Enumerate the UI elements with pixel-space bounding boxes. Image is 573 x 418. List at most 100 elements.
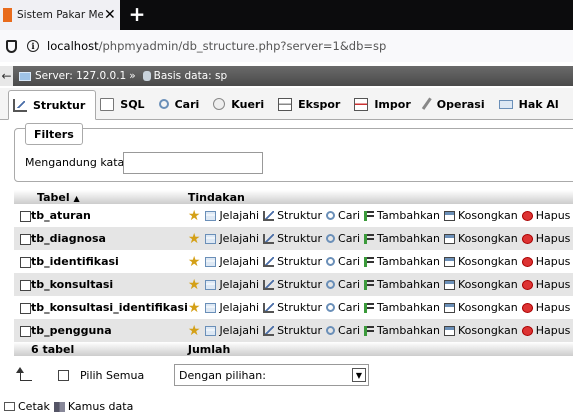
empty-action[interactable]: Kosongkan xyxy=(444,278,518,291)
row-checkbox[interactable] xyxy=(20,233,31,245)
table-name[interactable]: tb_identifikasi xyxy=(31,250,188,273)
breadcrumb-separator: » xyxy=(129,70,136,82)
query-icon xyxy=(213,98,226,110)
header-tabel[interactable]: Tabel ▲ xyxy=(31,190,188,204)
search-action[interactable]: Cari xyxy=(326,301,360,314)
insert-action[interactable]: Tambahkan xyxy=(364,301,440,314)
collapse-arrow-icon[interactable]: ← xyxy=(0,66,13,86)
search-icon xyxy=(326,234,336,243)
tab-cari[interactable]: Cari xyxy=(155,89,210,119)
url-text[interactable]: localhost/phpmyadmin/db_structure.php?se… xyxy=(47,39,386,53)
table-name[interactable]: tb_konsultasi xyxy=(31,273,188,296)
favorite-star-icon[interactable]: ★ xyxy=(188,232,201,246)
table-name[interactable]: tb_konsultasi_identifikasi xyxy=(31,296,188,319)
breadcrumb-server[interactable]: Server: 127.0.0.1 xyxy=(35,70,126,82)
browse-action[interactable]: Jelajahi xyxy=(205,278,259,291)
structure-action[interactable]: Struktur xyxy=(263,278,322,291)
browse-action[interactable]: Jelajahi xyxy=(205,255,259,268)
structure-action[interactable]: Struktur xyxy=(263,255,322,268)
drop-action[interactable]: Hapus xyxy=(521,324,570,337)
tab-kueri[interactable]: Kueri xyxy=(209,89,274,119)
privileges-icon xyxy=(498,99,513,109)
row-checkbox[interactable] xyxy=(20,210,31,222)
tab-operasi[interactable]: Operasi xyxy=(421,89,495,119)
close-tab-icon[interactable]: ✕ xyxy=(104,8,116,22)
address-bar[interactable]: i localhost/phpmyadmin/db_structure.php?… xyxy=(0,30,573,62)
favorite-star-icon[interactable]: ★ xyxy=(188,324,201,338)
structure-icon xyxy=(263,256,275,267)
drop-action[interactable]: Hapus xyxy=(521,301,570,314)
search-icon xyxy=(326,211,336,220)
insert-action[interactable]: Tambahkan xyxy=(364,278,440,291)
browse-action[interactable]: Jelajahi xyxy=(205,232,259,245)
site-info-icon[interactable]: i xyxy=(27,40,39,52)
drop-action[interactable]: Hapus xyxy=(521,255,570,268)
empty-action[interactable]: Kosongkan xyxy=(444,324,518,337)
select-all-label[interactable]: Pilih Semua xyxy=(80,369,144,382)
favorite-star-icon[interactable]: ★ xyxy=(188,301,201,315)
row-actions: ★ Jelajahi Struktur Cari Tambahkan Kosongkan H… xyxy=(187,273,573,296)
row-checkbox-cell xyxy=(14,319,31,342)
table-name[interactable]: tb_aturan xyxy=(31,204,188,227)
insert-icon xyxy=(364,279,375,290)
structure-action[interactable]: Struktur xyxy=(263,301,322,314)
table-name[interactable]: tb_pengguna xyxy=(31,319,188,342)
tab-hak-akses[interactable]: Hak Al xyxy=(495,89,569,119)
tab-ekspor[interactable]: Ekspor xyxy=(274,89,350,119)
empty-action[interactable]: Kosongkan xyxy=(444,255,518,268)
breadcrumb-database[interactable]: Basis data: sp xyxy=(154,70,228,82)
row-actions: ★ Jelajahi Struktur Cari Tambahkan Kosongkan H… xyxy=(187,204,573,227)
favorite-star-icon[interactable]: ★ xyxy=(188,209,201,223)
browse-action[interactable]: Jelajahi xyxy=(205,324,259,337)
empty-action[interactable]: Kosongkan xyxy=(444,301,518,314)
search-action[interactable]: Cari xyxy=(326,278,360,291)
data-dictionary-link[interactable]: Kamus data xyxy=(68,400,133,413)
row-checkbox-cell xyxy=(14,273,31,296)
structure-action[interactable]: Struktur xyxy=(263,232,322,245)
insert-action[interactable]: Tambahkan xyxy=(364,324,440,337)
tab-struktur[interactable]: Struktur xyxy=(8,90,97,120)
row-checkbox[interactable] xyxy=(20,302,31,314)
browse-action[interactable]: Jelajahi xyxy=(205,209,259,222)
print-link[interactable]: Cetak xyxy=(18,400,50,413)
footer-sum: Jumlah xyxy=(187,342,573,356)
search-action[interactable]: Cari xyxy=(326,209,360,222)
drop-action[interactable]: Hapus xyxy=(521,209,570,222)
with-selected-dropdown[interactable]: Dengan pilihan: ▼ xyxy=(174,364,369,386)
row-checkbox[interactable] xyxy=(20,256,31,268)
tracking-shield-icon[interactable] xyxy=(6,39,17,53)
filter-input[interactable] xyxy=(123,152,263,174)
browse-icon xyxy=(205,279,217,290)
structure-icon xyxy=(263,325,275,336)
row-checkbox[interactable] xyxy=(20,325,31,337)
search-action[interactable]: Cari xyxy=(326,324,360,337)
search-action[interactable]: Cari xyxy=(326,232,360,245)
empty-table-icon xyxy=(444,233,455,244)
empty-table-icon xyxy=(444,302,455,313)
insert-action[interactable]: Tambahkan xyxy=(364,255,440,268)
phpmyadmin-favicon-icon xyxy=(3,8,12,22)
favorite-star-icon[interactable]: ★ xyxy=(188,255,201,269)
insert-action[interactable]: Tambahkan xyxy=(364,232,440,245)
empty-action[interactable]: Kosongkan xyxy=(444,232,518,245)
new-tab-icon[interactable]: + xyxy=(126,3,148,25)
search-action[interactable]: Cari xyxy=(326,255,360,268)
browser-tab[interactable]: Sistem Pakar Metode Forward C ✕ xyxy=(0,0,120,30)
insert-action[interactable]: Tambahkan xyxy=(364,209,440,222)
browse-action[interactable]: Jelajahi xyxy=(205,301,259,314)
structure-action[interactable]: Struktur xyxy=(263,209,322,222)
structure-action[interactable]: Struktur xyxy=(263,324,322,337)
table-name[interactable]: tb_diagnosa xyxy=(31,227,188,250)
favorite-star-icon[interactable]: ★ xyxy=(188,278,201,292)
row-checkbox[interactable] xyxy=(20,279,31,291)
drop-action[interactable]: Hapus xyxy=(521,232,570,245)
filters-fieldset: Filters Mengandung kata: xyxy=(14,123,573,182)
drop-action[interactable]: Hapus xyxy=(521,278,570,291)
table-header: Tabel ▲ Tindakan xyxy=(14,190,573,204)
select-all-checkbox[interactable] xyxy=(58,370,69,381)
tab-impor[interactable]: Impor xyxy=(350,89,420,119)
empty-action[interactable]: Kosongkan xyxy=(444,209,518,222)
row-actions: ★ Jelajahi Struktur Cari Tambahkan Kosongkan H… xyxy=(187,250,573,273)
database-icon xyxy=(142,71,151,81)
tab-sql[interactable]: SQL xyxy=(96,89,154,119)
